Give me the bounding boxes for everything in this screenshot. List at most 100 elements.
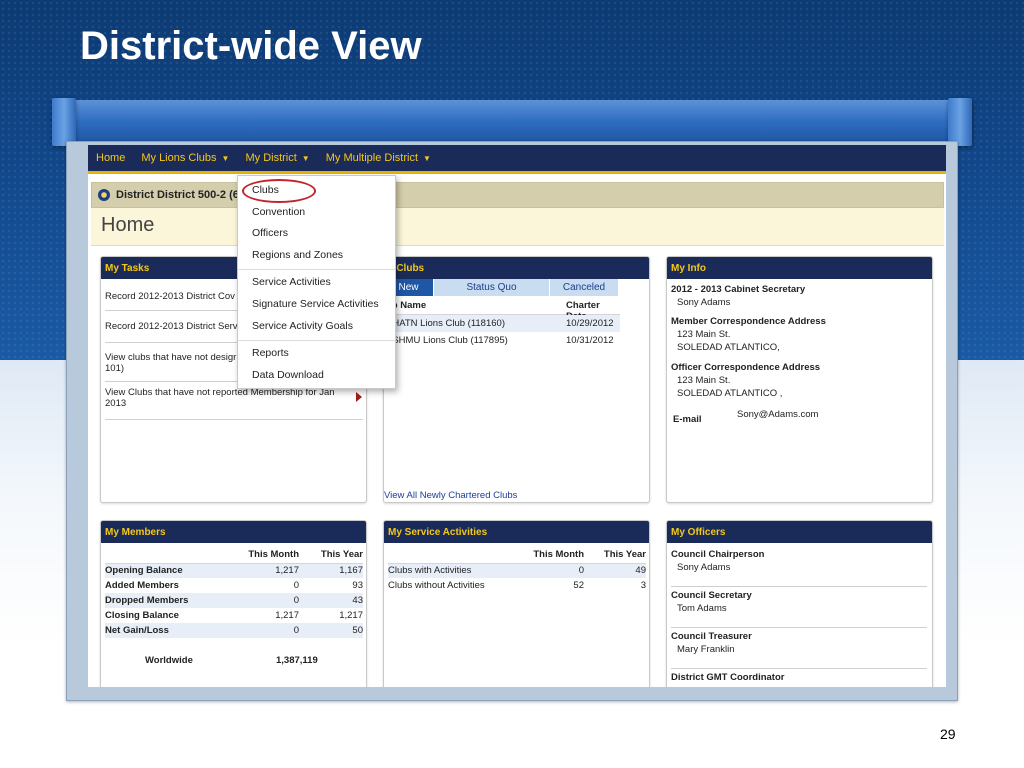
caret-down-icon: ▼ xyxy=(423,153,431,163)
row-month: 0 xyxy=(293,625,299,636)
table-row: Dropped Members 0 43 xyxy=(105,593,363,608)
arrow-right-icon[interactable] xyxy=(356,392,362,402)
members-panel: My Members This Month This Year Opening … xyxy=(100,520,367,687)
task-item-label: Record 2012-2013 District Cov xyxy=(105,291,235,302)
info-value: SOLEDAD ATLANTICO , xyxy=(677,388,783,399)
info-section: Member Correspondence Address 123 Main S… xyxy=(671,316,826,353)
row-year: 50 xyxy=(352,625,363,636)
row-label: Clubs without Activities xyxy=(388,580,485,591)
column-this-year: This Year xyxy=(320,549,363,561)
row-label: Net Gain/Loss xyxy=(105,625,169,636)
row-label: Clubs with Activities xyxy=(388,565,472,577)
info-value: 123 Main St. xyxy=(677,375,731,386)
officer-item: District GMT Coordinator xyxy=(671,672,927,683)
service-panel: My Service Activities This Month This Ye… xyxy=(383,520,650,687)
email-row: E-mail Sony@Adams.com xyxy=(673,409,923,427)
members-table-header: This Month This Year xyxy=(105,547,363,563)
table-row[interactable]: ASHMU Lions Club (117895) 10/31/2012 xyxy=(384,332,620,349)
table-row[interactable]: Clubs with Activities 0 49 xyxy=(388,563,646,578)
officers-panel: My Officers Council Chairperson Sony Ada… xyxy=(666,520,933,687)
officers-panel-title: My Officers xyxy=(667,521,932,543)
officer-name: Sony Adams xyxy=(677,562,731,573)
task-divider xyxy=(105,419,363,420)
district-dropdown-menu: Clubs Convention Officers Regions and Zo… xyxy=(237,175,396,389)
row-month: 1,217 xyxy=(275,610,299,621)
officer-role: Council Secretary xyxy=(671,590,752,601)
page-title: Home xyxy=(101,214,155,236)
email-value[interactable]: Sony@Adams.com xyxy=(737,409,818,420)
column-this-year: This Year xyxy=(603,549,646,561)
clubs-table-header: ub Name Charter Date xyxy=(384,297,620,322)
menu-item-clubs[interactable]: Clubs xyxy=(252,184,279,196)
main-nav: Home My Lions Clubs ▼ My District ▼ My M… xyxy=(88,145,946,174)
worldwide-value: 1,387,119 xyxy=(276,655,318,666)
menu-item-convention[interactable]: Convention xyxy=(252,206,305,218)
nav-home[interactable]: Home xyxy=(88,145,133,171)
row-year: 1,217 xyxy=(339,610,363,621)
service-table-header: This Month This Year xyxy=(388,547,646,563)
info-label: Officer Correspondence Address xyxy=(671,362,821,373)
info-value: 123 Main St. xyxy=(677,329,731,340)
caret-down-icon: ▼ xyxy=(221,153,230,163)
row-month: 0 xyxy=(293,580,299,591)
app-screenshot: Home My Lions Clubs ▼ My District ▼ My M… xyxy=(88,145,946,687)
task-item[interactable]: View Clubs that have not reported Member… xyxy=(105,387,345,415)
table-row: Added Members 0 93 xyxy=(105,578,363,593)
nav-my-lions-clubs-label: My Lions Clubs xyxy=(141,152,217,164)
row-year: 3 xyxy=(640,580,646,591)
menu-item-signature-service-activities[interactable]: Signature Service Activities xyxy=(252,298,379,310)
members-table: This Month This Year Opening Balance 1,2… xyxy=(105,547,363,638)
slide-title: District-wide View xyxy=(80,24,422,68)
officer-role: District GMT Coordinator xyxy=(671,672,785,683)
row-label: Dropped Members xyxy=(105,595,189,606)
row-month: 0 xyxy=(578,565,584,577)
nav-my-lions-clubs[interactable]: My Lions Clubs ▼ xyxy=(133,145,237,171)
row-label: Closing Balance xyxy=(105,610,179,621)
lions-logo-icon xyxy=(98,189,110,201)
info-section: 2012 - 2013 Cabinet Secretary Sony Adams xyxy=(671,284,805,308)
table-row: Closing Balance 1,217 1,217 xyxy=(105,608,363,623)
info-label: Member Correspondence Address xyxy=(671,316,826,327)
officer-role: Council Chairperson xyxy=(671,549,765,560)
menu-item-regions-and-zones[interactable]: Regions and Zones xyxy=(252,249,343,261)
officer-name: Tom Adams xyxy=(677,603,727,614)
row-year: 1,167 xyxy=(339,565,363,577)
tab-canceled[interactable]: Canceled xyxy=(550,279,619,296)
row-year: 49 xyxy=(635,565,646,577)
menu-item-service-activities[interactable]: Service Activities xyxy=(252,276,331,288)
club-name: AHATN Lions Club (118160) xyxy=(386,318,505,329)
menu-item-service-activity-goals[interactable]: Service Activity Goals xyxy=(252,320,353,332)
nav-my-district-label: My District xyxy=(245,152,297,164)
table-row[interactable]: AHATN Lions Club (118160) 10/29/2012 xyxy=(384,315,620,332)
row-month: 52 xyxy=(573,580,584,591)
info-section: Officer Correspondence Address 123 Main … xyxy=(671,362,820,399)
row-month: 0 xyxy=(293,595,299,606)
info-panel-title: My Info xyxy=(667,257,932,279)
nav-home-label: Home xyxy=(96,152,126,164)
officer-item: Council Secretary Tom Adams xyxy=(671,590,927,628)
view-all-chartered-clubs-link[interactable]: View All Newly Chartered Clubs xyxy=(384,490,517,501)
task-item-label: Record 2012-2013 District Serv xyxy=(105,321,238,332)
row-year: 43 xyxy=(352,595,363,606)
column-this-month: This Month xyxy=(533,549,584,561)
nav-my-multiple-district[interactable]: My Multiple District ▼ xyxy=(318,145,439,171)
officer-role: Council Treasurer xyxy=(671,631,752,642)
menu-item-reports[interactable]: Reports xyxy=(252,347,289,359)
club-name: ASHMU Lions Club (117895) xyxy=(386,335,508,346)
row-label: Opening Balance xyxy=(105,565,183,577)
menu-item-data-download[interactable]: Data Download xyxy=(252,369,324,381)
clubs-panel: y Clubs New Status Quo Canceled ub Name … xyxy=(383,256,650,503)
table-row: Opening Balance 1,217 1,167 xyxy=(105,563,363,578)
row-month: 1,217 xyxy=(275,565,299,577)
table-row[interactable]: Clubs without Activities 52 3 xyxy=(388,578,646,593)
service-table: This Month This Year Clubs with Activiti… xyxy=(388,547,646,593)
nav-my-district[interactable]: My District ▼ xyxy=(237,145,317,171)
column-this-month: This Month xyxy=(248,549,299,561)
scroll-banner xyxy=(56,100,972,142)
tab-status-quo[interactable]: Status Quo xyxy=(434,279,550,296)
worldwide-label: Worldwide xyxy=(145,655,193,666)
officer-item: Council Treasurer Mary Franklin xyxy=(671,631,927,669)
members-panel-title: My Members xyxy=(101,521,366,543)
info-value: SOLEDAD ATLANTICO, xyxy=(677,342,780,353)
menu-item-officers[interactable]: Officers xyxy=(252,227,288,239)
